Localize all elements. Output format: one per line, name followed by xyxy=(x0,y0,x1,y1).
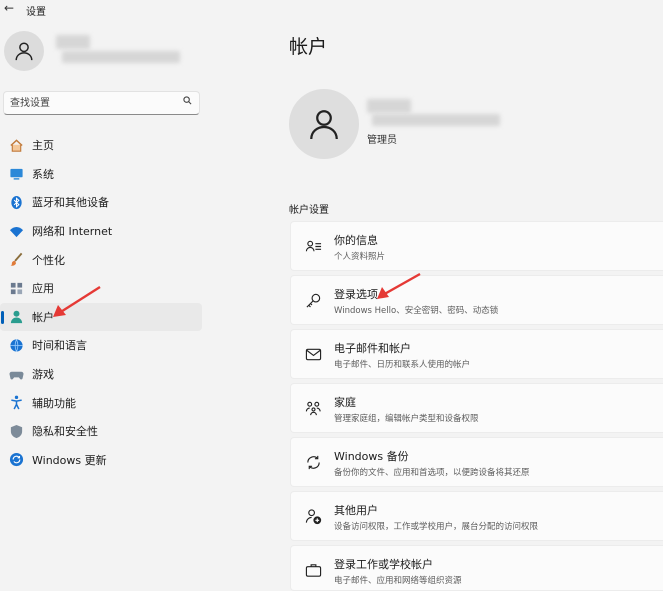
system-icon xyxy=(8,166,24,182)
sidebar-item-home[interactable]: 主页 xyxy=(0,131,202,160)
sidebar-item-label: Windows 更新 xyxy=(32,453,107,467)
account-icon xyxy=(8,309,24,325)
card-work-school[interactable]: 登录工作或学校帐户 电子邮件、应用和网络等组织资源 xyxy=(290,545,663,591)
key-icon xyxy=(304,291,322,309)
sidebar-item-accounts[interactable]: 帐户 xyxy=(0,302,202,332)
sidebar-item-windows-update[interactable]: Windows 更新 xyxy=(0,446,202,475)
sidebar-item-label: 网络和 Internet xyxy=(32,225,113,239)
card-subtitle: 电子邮件、应用和网络等组织资源 xyxy=(334,576,462,586)
mail-icon xyxy=(304,345,322,363)
briefcase-icon xyxy=(304,561,322,579)
card-title: 其他用户 xyxy=(334,504,378,517)
person-card-icon xyxy=(304,237,322,255)
card-title: 登录工作或学校帐户 xyxy=(334,558,433,571)
card-subtitle: 设备访问权限，工作或学校用户，展台分配的访问权限 xyxy=(334,522,539,532)
user-silhouette-icon xyxy=(15,42,33,61)
sidebar-item-privacy[interactable]: 隐私和安全性 xyxy=(0,417,202,446)
card-title: 你的信息 xyxy=(334,234,378,247)
add-user-icon xyxy=(304,507,322,525)
globe-clock-icon xyxy=(8,337,24,353)
sidebar-item-label: 蓝牙和其他设备 xyxy=(32,196,109,210)
sidebar-item-personalization[interactable]: 个性化 xyxy=(0,245,202,274)
redacted-email xyxy=(62,51,180,63)
shield-icon xyxy=(8,423,24,439)
sidebar-item-system[interactable]: 系统 xyxy=(0,160,202,189)
sidebar-item-accessibility[interactable]: 辅助功能 xyxy=(0,388,202,417)
card-subtitle: 个人资料照片 xyxy=(334,252,386,262)
sidebar-item-network[interactable]: 网络和 Internet xyxy=(0,217,202,246)
sidebar-item-gaming[interactable]: 游戏 xyxy=(0,360,202,389)
apps-icon xyxy=(8,280,24,296)
card-title: 电子邮件和帐户 xyxy=(334,342,411,355)
card-your-info[interactable]: 你的信息 个人资料照片 xyxy=(290,221,663,271)
app-title: 设置 xyxy=(26,7,46,18)
card-family[interactable]: 家庭 管理家庭组，编辑帐户类型和设备权限 xyxy=(290,383,663,433)
family-icon xyxy=(304,399,322,417)
card-title: 登录选项 xyxy=(334,288,378,301)
user-profile[interactable] xyxy=(4,31,204,75)
card-other-users[interactable]: 其他用户 设备访问权限，工作或学校用户，展台分配的访问权限 xyxy=(290,491,663,541)
sidebar-item-apps[interactable]: 应用 xyxy=(0,274,202,303)
home-icon xyxy=(8,137,24,153)
search-input[interactable] xyxy=(10,94,180,112)
section-label: 帐户设置 xyxy=(289,205,329,216)
sidebar-item-label: 辅助功能 xyxy=(32,396,76,410)
accessibility-icon xyxy=(8,395,24,411)
sidebar-nav: 主页 系统 蓝牙和其他设备 网络和 Internet 个性化 应用 帐户 时间和… xyxy=(0,131,202,474)
user-silhouette-icon xyxy=(310,110,338,140)
card-title: Windows 备份 xyxy=(334,450,409,463)
active-indicator xyxy=(1,310,4,324)
card-subtitle: Windows Hello、安全密钥、密码、动态锁 xyxy=(334,306,499,316)
redacted-account-email xyxy=(372,114,500,126)
card-windows-backup[interactable]: Windows 备份 备份你的文件、应用和首选项，以便跨设备将其还原 xyxy=(290,437,663,487)
sidebar-item-label: 隐私和安全性 xyxy=(32,425,98,439)
backup-icon xyxy=(304,453,322,471)
title-bar: ← 设置 xyxy=(0,0,663,18)
sidebar-item-label: 个性化 xyxy=(32,253,65,267)
gamepad-icon xyxy=(8,366,24,382)
redacted-username xyxy=(56,35,90,49)
sidebar-item-label: 游戏 xyxy=(32,368,54,382)
search-box[interactable] xyxy=(3,91,200,115)
account-avatar xyxy=(289,89,359,159)
sidebar-item-time-language[interactable]: 时间和语言 xyxy=(0,331,202,360)
back-arrow-icon[interactable]: ← xyxy=(4,1,14,15)
avatar xyxy=(4,31,44,71)
sidebar-item-label: 应用 xyxy=(32,282,54,296)
card-sign-in-options[interactable]: 登录选项 Windows Hello、安全密钥、密码、动态锁 xyxy=(290,275,663,325)
card-subtitle: 备份你的文件、应用和首选项，以便跨设备将其还原 xyxy=(334,468,530,478)
sidebar-item-label: 系统 xyxy=(32,167,54,181)
card-title: 家庭 xyxy=(334,396,356,409)
sidebar-item-label: 主页 xyxy=(32,139,54,153)
search-icon[interactable] xyxy=(183,96,192,108)
card-subtitle: 管理家庭组，编辑帐户类型和设备权限 xyxy=(334,414,479,424)
card-email-accounts[interactable]: 电子邮件和帐户 电子邮件、日历和联系人使用的帐户 xyxy=(290,329,663,379)
card-subtitle: 电子邮件、日历和联系人使用的帐户 xyxy=(334,360,471,370)
wifi-icon xyxy=(8,223,24,239)
sidebar-item-label: 时间和语言 xyxy=(32,339,87,353)
bluetooth-icon xyxy=(8,194,24,210)
update-icon xyxy=(8,452,24,468)
sidebar-item-label: 帐户 xyxy=(32,310,54,324)
account-role: 管理员 xyxy=(367,135,397,146)
redacted-account-name xyxy=(367,99,411,113)
page-title: 帐户 xyxy=(289,36,328,58)
sidebar-item-bluetooth[interactable]: 蓝牙和其他设备 xyxy=(0,188,202,217)
brush-icon xyxy=(8,252,24,268)
